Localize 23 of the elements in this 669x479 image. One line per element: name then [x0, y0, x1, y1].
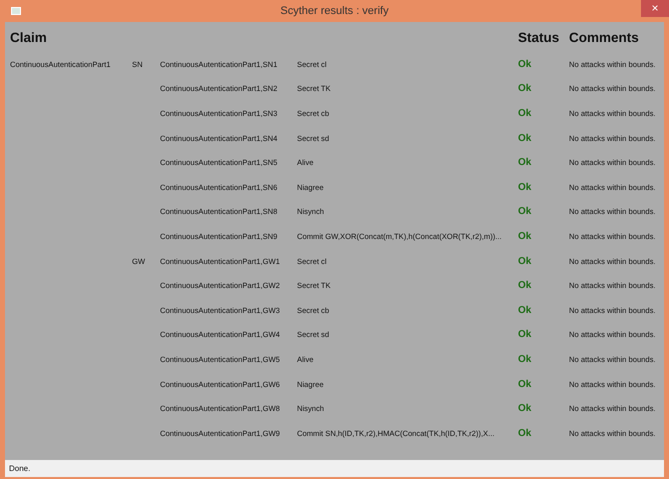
status-text: Ok	[518, 230, 532, 242]
status-text: Ok	[518, 378, 532, 390]
app-icon	[11, 7, 21, 15]
status-text: Ok	[518, 304, 532, 316]
column-header: Comments	[569, 28, 640, 46]
status-text: Ok	[518, 157, 532, 168]
column-header: Status	[518, 28, 560, 46]
status-text: Ok	[518, 182, 532, 193]
status-text: Ok	[518, 256, 532, 267]
status-text: Ok	[518, 354, 532, 365]
status-bar: Done.	[5, 460, 664, 477]
status-text: Ok	[518, 428, 532, 439]
status-text: Ok	[518, 58, 532, 70]
column-header: Claim	[10, 28, 48, 46]
status-text: Ok	[518, 329, 532, 340]
status-text: Ok	[518, 108, 532, 119]
window-title: Scyther results : verify	[280, 5, 389, 17]
status-text: Ok	[518, 280, 532, 292]
status-text: Ok	[518, 403, 532, 414]
status-text: Ok	[518, 206, 532, 218]
close-button[interactable]: ×	[641, 0, 669, 17]
status-text: Ok	[518, 132, 532, 144]
status-text: Ok	[518, 83, 532, 94]
